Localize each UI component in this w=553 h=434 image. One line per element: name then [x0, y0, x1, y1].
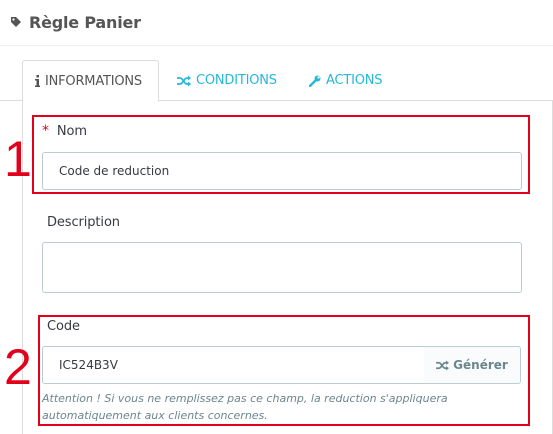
- annotation-number-1: 1: [4, 131, 32, 187]
- tag-icon: [10, 16, 24, 30]
- tab-informations-label: INFORMATIONS: [45, 73, 142, 89]
- description-textarea[interactable]: [42, 242, 522, 293]
- page-title: Règle Panier: [29, 13, 141, 32]
- tab-actions-label: ACTIONS: [326, 73, 383, 88]
- tab-bar: INFORMATIONS CONDITIONS ACTIONS: [0, 60, 553, 102]
- tab-conditions[interactable]: CONDITIONS: [177, 60, 277, 101]
- tab-informations[interactable]: INFORMATIONS: [22, 60, 159, 102]
- info-icon: [35, 75, 40, 87]
- annotation-number-2: 2: [4, 339, 32, 395]
- random-icon: [177, 75, 191, 87]
- wrench-icon: [309, 75, 321, 87]
- panel-header: Règle Panier: [0, 0, 553, 46]
- annotation-box-2: [38, 315, 530, 426]
- tab-actions[interactable]: ACTIONS: [309, 60, 383, 101]
- tab-conditions-label: CONDITIONS: [196, 73, 277, 88]
- annotation-box-1: [32, 115, 530, 194]
- description-label: Description: [47, 215, 120, 230]
